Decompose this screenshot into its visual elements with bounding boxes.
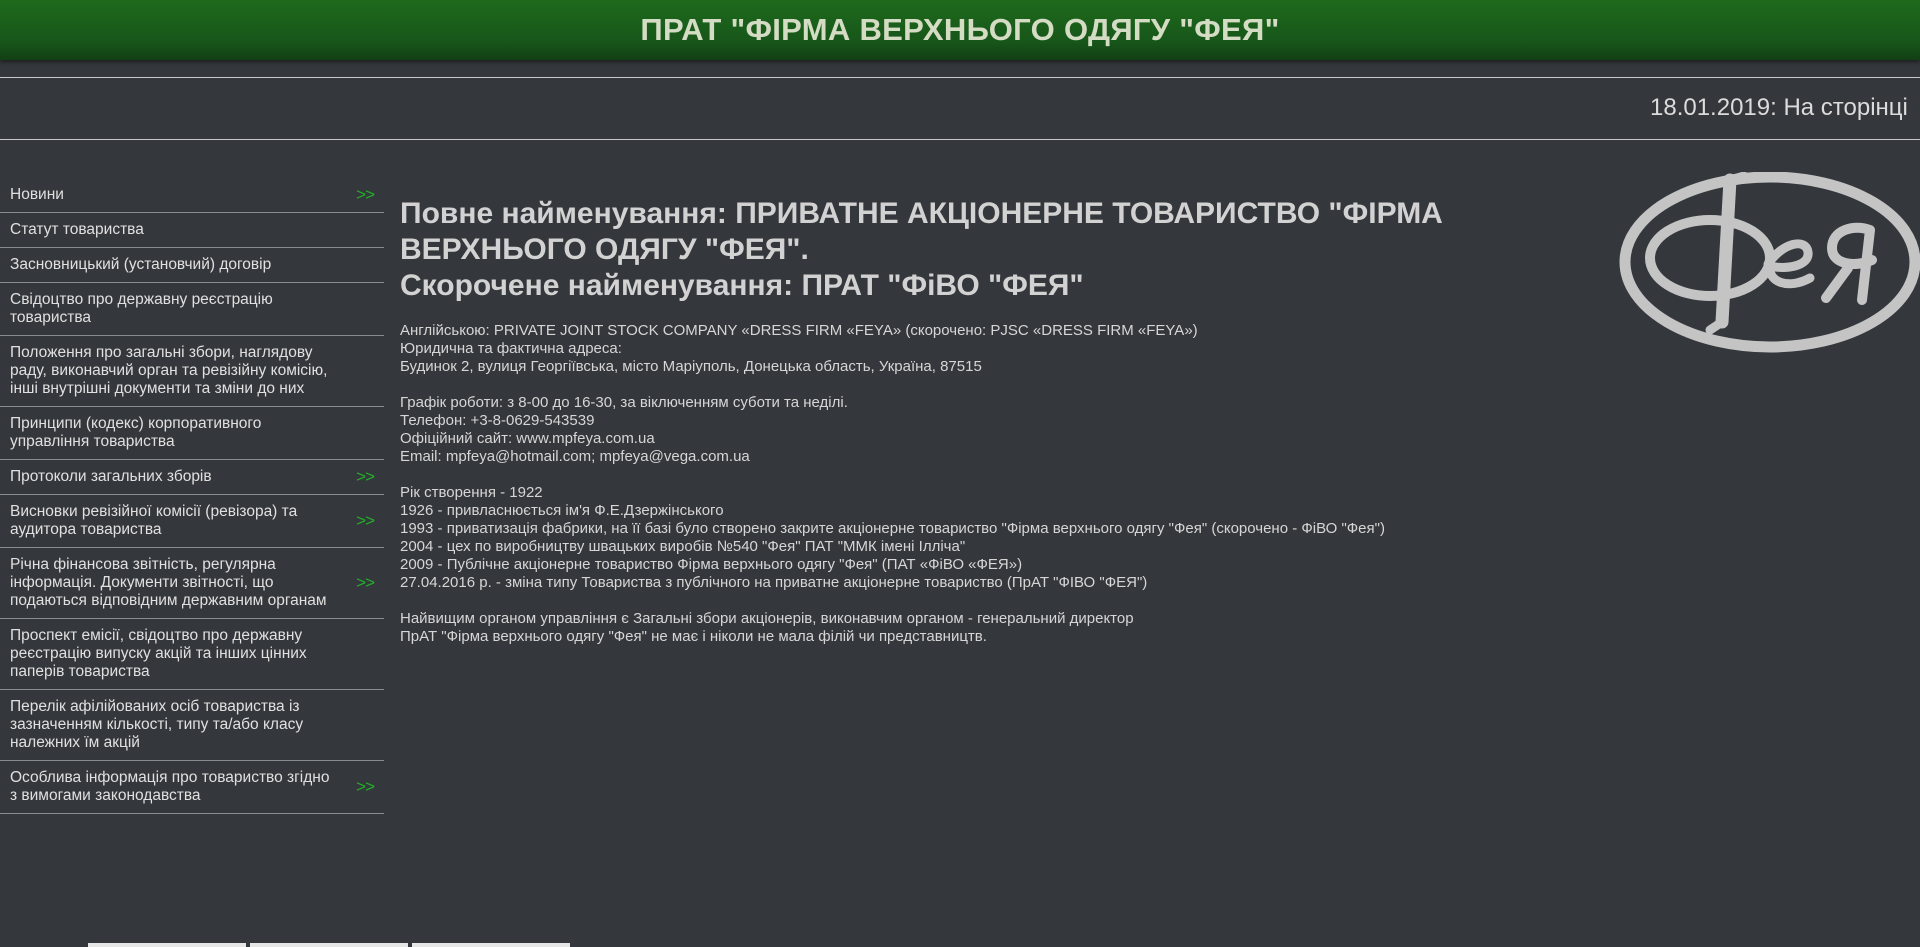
bottom-tabs [0,941,1920,947]
expand-arrow-icon[interactable]: >> [356,574,375,592]
sidebar-item-label: Статут товариства [10,221,144,238]
sidebar-item-label: Проспект емісії, свідоцтво про державну … [10,627,307,680]
sidebar-item-label: Положення про загальні збори, наглядову … [10,344,328,397]
sidebar-item[interactable]: Висновки ревізійної комісії (ревізора) т… [0,495,384,548]
sidebar-item[interactable]: Свідоцтво про державну реєстрацію товари… [0,283,384,336]
full-name-heading: Повне найменування: ПРИВАТНЕ АКЦІОНЕРНЕ … [400,197,1443,266]
bottom-tab-1[interactable] [88,943,246,947]
sidebar-item-label: Новини [10,186,64,203]
sidebar-item-label: Свідоцтво про державну реєстрацію товари… [10,291,273,326]
governance-text: Найвищим органом управління є Загальні з… [400,610,1134,627]
history-item: 1926 - привласнюється ім'я Ф.Е.Дзержінсь… [400,502,724,519]
sidebar-item[interactable]: Протоколи загальних зборів >> [0,460,384,495]
sidebar-item[interactable]: Принципи (кодекс) корпоративного управлі… [0,407,384,460]
sidebar-item[interactable]: Положення про загальні збори, наглядову … [0,336,384,407]
ticker-text[interactable]: 18.01.2019: На сторінці [1650,94,1908,122]
sidebar-item[interactable]: Перелік афілійованих осіб товариства із … [0,690,384,761]
sidebar-item[interactable]: Проспект емісії, свідоцтво про державну … [0,619,384,690]
sidebar-nav: Новини >> Статут товариства Засновницький (… [0,178,384,814]
history-item: 2009 - Публічне акціонерне товариство Фі… [400,556,1023,573]
sidebar-item-label: Перелік афілійованих осіб товариства із … [10,698,304,751]
site-title: ПРАТ "ФІРМА ВЕРХНЬОГО ОДЯГУ "ФЕЯ" [640,12,1280,47]
history-list: Рік створення - 1922 1926 - привласнюєтьс… [400,484,1550,592]
phone: Телефон: +3-8-0629-543539 [400,412,595,429]
history-item: Рік створення - 1922 [400,484,543,501]
sidebar-item[interactable]: Особлива інформація про товариство згідн… [0,761,384,814]
website: Офіційний сайт: www.mpfeya.com.ua [400,430,655,447]
history-item: 1993 - приватизація фабрики, на її базі … [400,520,1385,537]
history-item: 2004 - цех по виробництву швацьких вироб… [400,538,966,555]
sidebar-item-label: Протоколи загальних зборів [10,468,212,485]
expand-arrow-icon[interactable]: >> [356,778,375,796]
company-info: Англійською: PRIVATE JOINT STOCK COMPANY… [400,322,1550,646]
expand-arrow-icon[interactable]: >> [356,512,375,530]
history-item: 27.04.2016 р. - зміна типу Товариства з … [400,574,1148,591]
site-header: ПРАТ "ФІРМА ВЕРХНЬОГО ОДЯГУ "ФЕЯ" [0,0,1920,60]
sidebar-item-label: Висновки ревізійної комісії (ревізора) т… [10,503,298,538]
page-title: Повне найменування: ПРИВАТНЕ АКЦІОНЕРНЕ … [400,196,1550,304]
email: Email: mpfeya@hotmail.com; mpfeya@vega.c… [400,448,750,465]
address-label: Юридична та фактична адреса: [400,340,622,357]
sidebar-item[interactable]: Статут товариства [0,213,384,248]
sidebar-item[interactable]: Новини >> [0,178,384,213]
sidebar-item-label: Річна фінансова звітність, регулярна інф… [10,556,327,609]
bottom-tab-2[interactable] [250,943,408,947]
sidebar-item-label: Засновницький (установчий) договір [10,256,272,273]
work-schedule: Графік роботи: з 8-00 до 16-30, за віклю… [400,394,848,411]
short-name-heading: Скорочене найменування: ПРАТ "ФіВО "ФЕЯ" [400,269,1084,302]
bottom-tab-3[interactable] [412,943,570,947]
address: Будинок 2, вулиця Георгіївська, місто Ма… [400,358,982,375]
sidebar-item[interactable]: Засновницький (установчий) договір [0,248,384,283]
feya-logo-icon [1618,171,1920,362]
expand-arrow-icon[interactable]: >> [356,468,375,486]
sidebar-item-label: Особлива інформація про товариство згідн… [10,769,330,804]
sidebar-item[interactable]: Річна фінансова звітність, регулярна інф… [0,548,384,619]
english-name: Англійською: PRIVATE JOINT STOCK COMPANY… [400,322,1198,339]
sidebar-item-label: Принципи (кодекс) корпоративного управлі… [10,415,262,450]
branches-text: ПрАТ "Фірма верхнього одягу "Фея" не має… [400,628,987,645]
main-content: Повне найменування: ПРИВАТНЕ АКЦІОНЕРНЕ … [400,196,1550,646]
news-ticker: 18.01.2019: На сторінці [0,77,1920,140]
expand-arrow-icon[interactable]: >> [356,186,375,204]
